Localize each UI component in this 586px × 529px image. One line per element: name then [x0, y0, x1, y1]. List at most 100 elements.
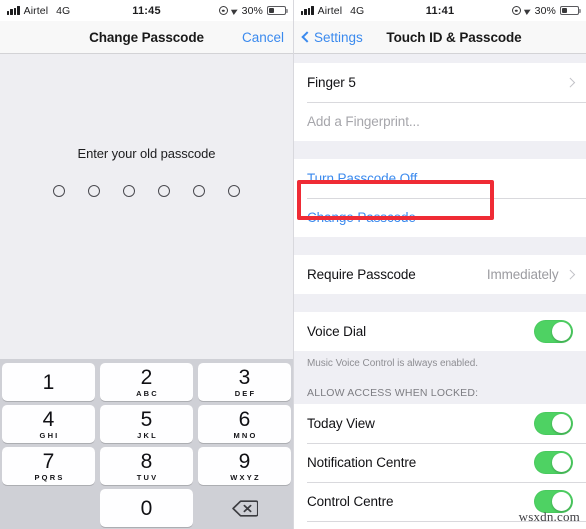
passcode-actions-group: Turn Passcode Off Change Passcode: [294, 159, 586, 237]
toggle-knob: [551, 413, 572, 434]
key-3[interactable]: 3 DEF: [198, 363, 291, 401]
right-nav-bar: Settings Touch ID & Passcode: [294, 21, 586, 54]
key-0[interactable]: 0: [100, 489, 193, 527]
back-to-settings-button[interactable]: Settings: [301, 29, 363, 45]
row-value: Immediately: [486, 267, 559, 282]
key-digit: 0: [140, 496, 153, 520]
key-1[interactable]: 1: [2, 363, 95, 401]
key-digit: 3: [238, 365, 251, 389]
key-6[interactable]: 6 MNO: [198, 405, 291, 443]
key-letters: ABC: [136, 389, 159, 398]
passcode-dot: [193, 185, 205, 197]
row-add-fingerprint[interactable]: Add a Fingerprint...: [294, 102, 586, 141]
row-today-view[interactable]: Today View: [294, 404, 586, 443]
chevron-left-icon: [301, 31, 313, 43]
row-require-passcode[interactable]: Require Passcode Immediately: [294, 255, 586, 294]
row-label: Voice Dial: [307, 324, 367, 339]
require-passcode-group: Require Passcode Immediately: [294, 255, 586, 294]
location-arrow-icon: [523, 6, 532, 15]
back-label: Settings: [314, 29, 363, 45]
passcode-entry-body: Enter your old passcode 1 2 ABC 3 DEF 4 …: [0, 54, 293, 529]
voice-dial-toggle[interactable]: [534, 320, 573, 343]
key-9[interactable]: 9 WXYZ: [198, 447, 291, 485]
numeric-keypad: 1 2 ABC 3 DEF 4 GHI 5 JKL 6 MNO 7 PQRS 8…: [0, 359, 293, 529]
key-digit: 7: [42, 449, 55, 473]
toggle-knob: [551, 452, 572, 473]
battery-icon: [267, 5, 286, 16]
key-digit: 6: [238, 407, 251, 431]
location-arrow-icon: [230, 6, 239, 15]
row-label: Require Passcode: [307, 267, 416, 282]
key-digit: 1: [42, 370, 55, 394]
alarm-clock-icon: [511, 6, 521, 15]
list-spacer: [294, 294, 586, 312]
key-digit: 4: [42, 407, 55, 431]
key-blank: [2, 489, 95, 527]
cancel-button[interactable]: Cancel: [242, 30, 284, 45]
key-letters: DEF: [234, 389, 257, 398]
allow-access-section-header: ALLOW ACCESS WHEN LOCKED:: [294, 373, 586, 404]
delete-button[interactable]: [198, 489, 291, 527]
battery-percent-label: 30%: [534, 4, 556, 17]
today-view-toggle[interactable]: [534, 412, 573, 435]
fingerprint-group: Finger 5 Add a Fingerprint...: [294, 63, 586, 141]
right-phone-touchid-passcode-settings: Airtel 4G 11:41 30% Settings Touch ID & …: [293, 0, 586, 529]
watermark: wsxdn.com: [518, 509, 580, 524]
notification-centre-toggle[interactable]: [534, 451, 573, 474]
key-2[interactable]: 2 ABC: [100, 363, 193, 401]
key-digit: 2: [140, 365, 153, 389]
list-spacer: [294, 141, 586, 159]
key-7[interactable]: 7 PQRS: [2, 447, 95, 485]
left-phone-change-passcode-screen: Airtel 4G 11:45 30% Change Passcode Canc…: [0, 0, 293, 529]
passcode-dots: [0, 185, 293, 197]
row-label: Today View: [307, 416, 375, 431]
passcode-dot: [158, 185, 170, 197]
row-label: Turn Passcode Off: [307, 171, 418, 186]
key-letters: WXYZ: [230, 473, 261, 482]
alarm-clock-icon: [218, 6, 228, 15]
battery-percent-label: 30%: [241, 4, 263, 17]
key-digit: 8: [140, 449, 153, 473]
key-digit: 5: [140, 407, 153, 431]
settings-list[interactable]: Finger 5 Add a Fingerprint... Turn Passc…: [294, 54, 586, 529]
passcode-dot: [88, 185, 100, 197]
key-letters: PQRS: [34, 473, 65, 482]
passcode-prompt: Enter your old passcode: [77, 146, 216, 161]
left-nav-bar: Change Passcode Cancel: [0, 21, 293, 54]
row-notification-centre[interactable]: Notification Centre: [294, 443, 586, 482]
key-letters: GHI: [39, 431, 60, 440]
list-spacer: [294, 237, 586, 255]
chevron-right-icon: [565, 269, 575, 280]
row-label: Change Passcode: [307, 210, 416, 225]
right-status-indicators: 30%: [511, 4, 579, 17]
left-status-bar: Airtel 4G 11:45 30%: [0, 0, 293, 21]
voice-dial-footnote: Music Voice Control is always enabled.: [294, 351, 586, 373]
row-turn-passcode-off[interactable]: Turn Passcode Off: [294, 159, 586, 198]
row-change-passcode[interactable]: Change Passcode: [294, 198, 586, 237]
key-8[interactable]: 8 TUV: [100, 447, 193, 485]
passcode-dot: [53, 185, 65, 197]
left-status-indicators: 30%: [218, 4, 286, 17]
voice-dial-group: Voice Dial: [294, 312, 586, 351]
row-label: Control Centre: [307, 494, 394, 509]
row-label: Finger 5: [307, 75, 356, 90]
list-spacer: [294, 54, 586, 63]
backspace-delete-icon: [231, 499, 258, 517]
key-digit: 9: [238, 449, 251, 473]
key-letters: JKL: [137, 431, 158, 440]
passcode-dot: [228, 185, 240, 197]
row-label: Notification Centre: [307, 455, 417, 470]
right-status-bar: Airtel 4G 11:41 30%: [294, 0, 586, 21]
key-letters: MNO: [233, 431, 258, 440]
battery-icon: [560, 5, 579, 16]
chevron-right-icon: [565, 77, 575, 88]
key-5[interactable]: 5 JKL: [100, 405, 193, 443]
key-4[interactable]: 4 GHI: [2, 405, 95, 443]
toggle-knob: [551, 321, 572, 342]
passcode-dot: [123, 185, 135, 197]
dual-phone-screenshot: Airtel 4G 11:45 30% Change Passcode Canc…: [0, 0, 586, 529]
row-label: Add a Fingerprint...: [307, 114, 420, 129]
key-letters: TUV: [136, 473, 159, 482]
row-finger-5[interactable]: Finger 5: [294, 63, 586, 102]
row-voice-dial[interactable]: Voice Dial: [294, 312, 586, 351]
